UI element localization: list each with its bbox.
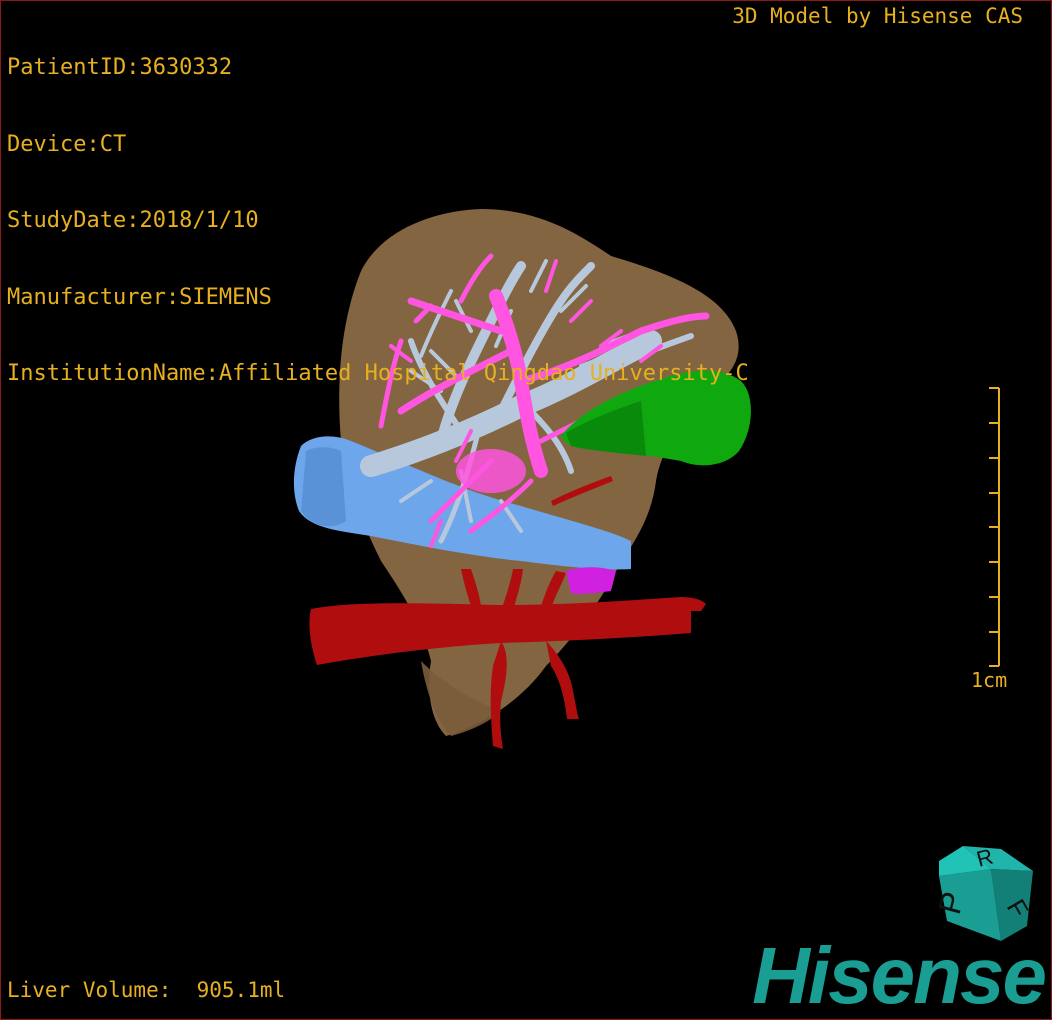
scale-bar <box>989 387 1000 667</box>
portal-confluence <box>456 449 526 493</box>
orientation-cube[interactable]: R F P <box>931 844 1035 941</box>
liver-volume: Liver Volume: 905.1ml <box>7 978 286 1002</box>
portal-trunk <box>566 567 616 594</box>
scale-bar-label: 1cm <box>971 668 1008 692</box>
hisense-logo: Hisense <box>752 931 1047 1020</box>
device: Device:CT <box>7 131 127 157</box>
model-credit: 3D Model by Hisense CAS <box>732 4 1023 28</box>
study-date: StudyDate:2018/1/10 <box>7 208 259 233</box>
institution-name: InstitutionName:Affiliated Hospital Qing… <box>7 361 749 386</box>
manufacturer: Manufacturer:SIEMENS <box>7 284 272 310</box>
3d-viewport[interactable]: R F P PatientID:3630332 Device:CT StudyD… <box>0 0 1052 1020</box>
dicom-info-overlay: PatientID:3630332 Device:CT StudyDate:20… <box>7 4 749 438</box>
patient-id: PatientID:3630332 <box>7 55 233 80</box>
